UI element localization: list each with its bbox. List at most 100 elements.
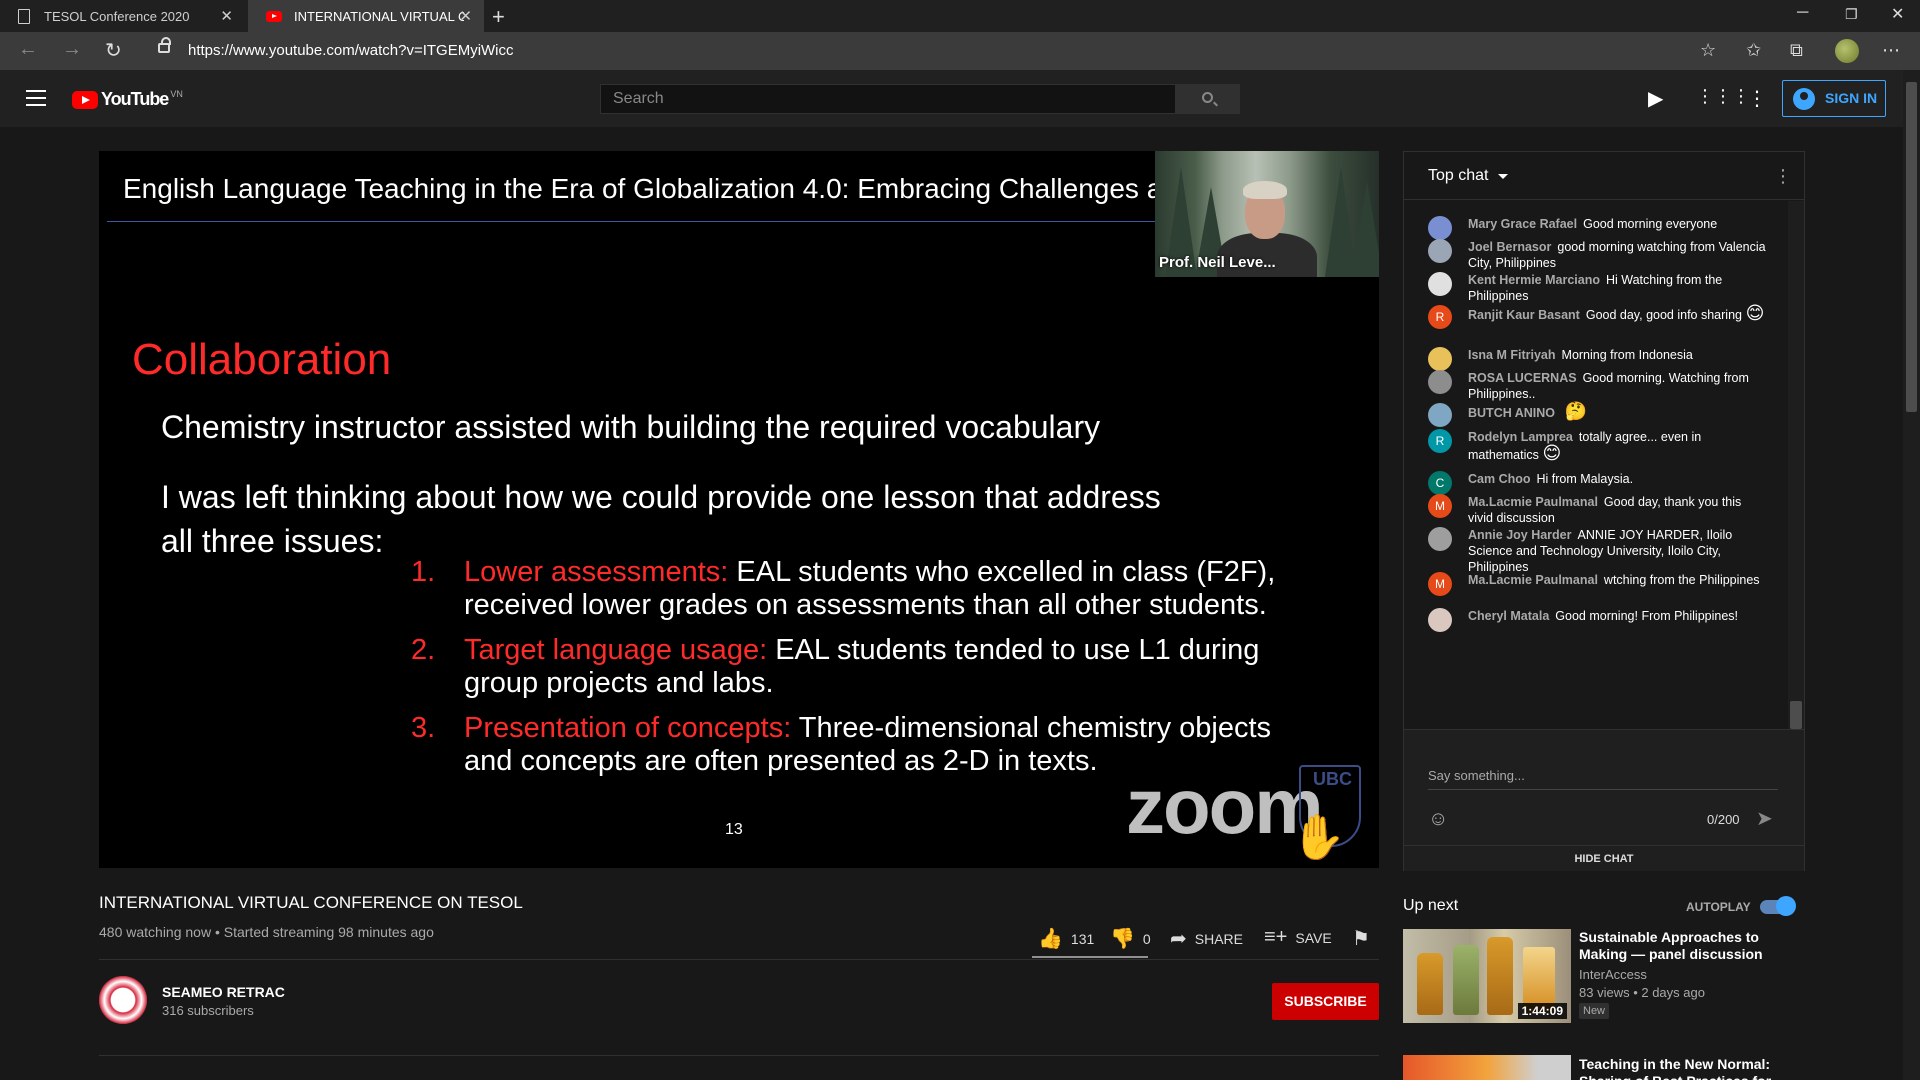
slide-line: Chemistry instructor assisted with build… — [161, 409, 1101, 445]
country-code: VN — [170, 88, 183, 99]
logo-text: YouTube — [101, 89, 169, 109]
chat-avatar[interactable]: R — [1428, 429, 1452, 453]
chat-author[interactable]: Cheryl Matala — [1468, 609, 1549, 623]
profile-avatar[interactable] — [1835, 39, 1859, 63]
chat-avatar[interactable]: C — [1428, 471, 1452, 495]
chat-author[interactable]: Joel Bernasor — [1468, 240, 1551, 254]
like-count: 131 — [1070, 930, 1095, 947]
scrollbar-thumb[interactable] — [1790, 701, 1802, 729]
chat-author[interactable]: Ranjit Kaur Basant — [1468, 308, 1580, 322]
send-icon[interactable]: ➤ — [1756, 806, 1773, 831]
hide-chat-button[interactable]: HIDE CHAT — [1404, 845, 1804, 872]
menu-icon[interactable] — [26, 90, 46, 106]
chat-author[interactable]: Mary Grace Rafael — [1468, 217, 1577, 231]
slide-title: English Language Teaching in the Era of … — [123, 173, 1163, 204]
share-button[interactable]: ➦ SHARE — [1170, 926, 1243, 951]
minimize-icon[interactable]: ─ — [1797, 4, 1808, 22]
chat-avatar[interactable] — [1428, 239, 1452, 263]
chat-author[interactable]: ROSA LUCERNAS — [1468, 371, 1577, 385]
more-vert-icon[interactable]: ⋮ — [1774, 166, 1792, 187]
tab-title: INTERNATIONAL VIRTUAL CONF — [294, 8, 464, 24]
close-icon[interactable]: ✕ — [220, 7, 233, 25]
item-number: 3. — [411, 712, 436, 744]
speaker-name: Prof. Neil Leve... — [1159, 254, 1276, 271]
settings-more-icon[interactable]: ⋮ — [1747, 86, 1767, 111]
dislike-button[interactable]: 👎 0 — [1110, 926, 1151, 951]
chat-avatar[interactable] — [1428, 608, 1452, 632]
search-input[interactable]: Search — [600, 84, 1176, 114]
recommended-thumbnail[interactable]: 1:44:09 — [1403, 929, 1571, 1023]
collections-icon[interactable]: ⧉ — [1790, 40, 1803, 61]
youtube-logo[interactable]: YouTube VN — [72, 89, 183, 110]
report-button[interactable]: ⚑ — [1352, 926, 1378, 951]
channel-name[interactable]: SEAMEO RETRAC — [162, 984, 285, 1000]
new-tab-icon[interactable]: + — [492, 4, 505, 30]
chat-author[interactable]: Kent Hermie Marciano — [1468, 273, 1600, 287]
chevron-down-icon[interactable] — [1498, 174, 1508, 179]
search-icon — [1202, 92, 1213, 103]
restore-icon[interactable]: ❐ — [1845, 6, 1858, 23]
chat-avatar[interactable] — [1428, 216, 1452, 240]
create-video-icon[interactable]: ▶ — [1648, 86, 1663, 111]
item-lead: Presentation of concepts: — [464, 712, 792, 744]
chat-author[interactable]: Ma.Lacmie Paulmanal — [1468, 573, 1598, 587]
page-scrollbar[interactable] — [1903, 70, 1920, 1080]
favorites-icon[interactable]: ✩ — [1746, 40, 1761, 61]
autoplay-toggle-knob[interactable] — [1776, 896, 1796, 916]
url-field[interactable]: https://www.youtube.com/watch?v=ITGEMyiW… — [188, 42, 514, 59]
chat-avatar[interactable] — [1428, 370, 1452, 394]
save-button[interactable]: ≡+ SAVE — [1264, 926, 1332, 949]
wave-hand-icon: ✋ — [1291, 813, 1346, 862]
browser-tab-youtube[interactable]: INTERNATIONAL VIRTUAL CONF ✕ — [248, 0, 484, 32]
apps-grid-icon[interactable]: ⋮⋮⋮ — [1696, 86, 1750, 107]
chat-avatar[interactable]: M — [1428, 494, 1452, 518]
emoji-icon[interactable]: ☺ — [1428, 808, 1448, 831]
chat-author[interactable]: Ma.Lacmie Paulmanal — [1468, 495, 1598, 509]
share-icon: ➦ — [1170, 928, 1187, 950]
close-icon[interactable]: ✕ — [459, 7, 472, 25]
chat-input[interactable]: Say something... — [1428, 768, 1778, 790]
search-button[interactable] — [1176, 84, 1240, 114]
youtube-icon — [266, 10, 282, 22]
chat-mode-selector[interactable]: Top chat — [1428, 167, 1488, 185]
slide-divider — [107, 221, 1167, 222]
more-icon[interactable]: ⋯ — [1882, 40, 1900, 61]
chat-author[interactable]: Cam Choo — [1468, 472, 1531, 486]
chat-avatar[interactable] — [1428, 527, 1452, 551]
recommended-title[interactable]: Teaching in the New Normal: Sharing of B… — [1579, 1056, 1789, 1080]
chat-avatar[interactable] — [1428, 347, 1452, 371]
star-icon[interactable]: ☆ — [1700, 40, 1716, 61]
reload-icon[interactable]: ↻ — [105, 38, 122, 63]
chat-author[interactable]: Isna M Fitriyah — [1468, 348, 1556, 362]
tab-title: TESOL Conference 2020 — [44, 8, 190, 24]
back-icon[interactable]: ← — [18, 38, 38, 61]
recommended-thumbnail[interactable] — [1403, 1055, 1571, 1080]
browser-tab-tesol[interactable]: TESOL Conference 2020 ✕ — [0, 0, 245, 32]
subscribe-button[interactable]: SUBSCRIBE — [1272, 983, 1379, 1020]
chat-author[interactable]: Annie Joy Harder — [1468, 528, 1572, 542]
account-icon — [1793, 88, 1815, 110]
chat-avatar[interactable]: R — [1428, 305, 1452, 329]
like-button[interactable]: 👍 131 — [1038, 926, 1094, 951]
window-close-icon[interactable]: ✕ — [1891, 4, 1904, 24]
slide-heading: Collaboration — [132, 335, 392, 384]
chat-author[interactable]: BUTCH ANINO — [1468, 406, 1555, 420]
item-number: 1. — [411, 556, 436, 588]
save-label: SAVE — [1295, 929, 1332, 946]
chat-message: BUTCH ANINO 🤔 — [1428, 402, 1768, 427]
chat-author[interactable]: Rodelyn Lamprea — [1468, 430, 1573, 444]
recommended-title[interactable]: Sustainable Approaches to Making — panel… — [1579, 929, 1789, 963]
chat-avatar[interactable] — [1428, 403, 1452, 427]
chat-avatar[interactable]: M — [1428, 572, 1452, 596]
scrollbar-thumb[interactable] — [1906, 82, 1917, 412]
chat-scrollbar[interactable] — [1788, 201, 1804, 729]
forward-icon[interactable]: → — [62, 38, 82, 61]
slide-list-item: 1. Lower assessments: EAL students who e… — [411, 556, 1291, 622]
lock-icon — [158, 37, 171, 53]
video-player[interactable]: English Language Teaching in the Era of … — [99, 151, 1379, 868]
chat-message: ROSA LUCERNAS Good morning. Watching from… — [1428, 370, 1768, 402]
chat-avatar[interactable] — [1428, 272, 1452, 296]
youtube-play-icon — [72, 90, 98, 109]
sign-in-button[interactable]: SIGN IN — [1782, 80, 1886, 117]
channel-avatar[interactable] — [99, 976, 147, 1024]
